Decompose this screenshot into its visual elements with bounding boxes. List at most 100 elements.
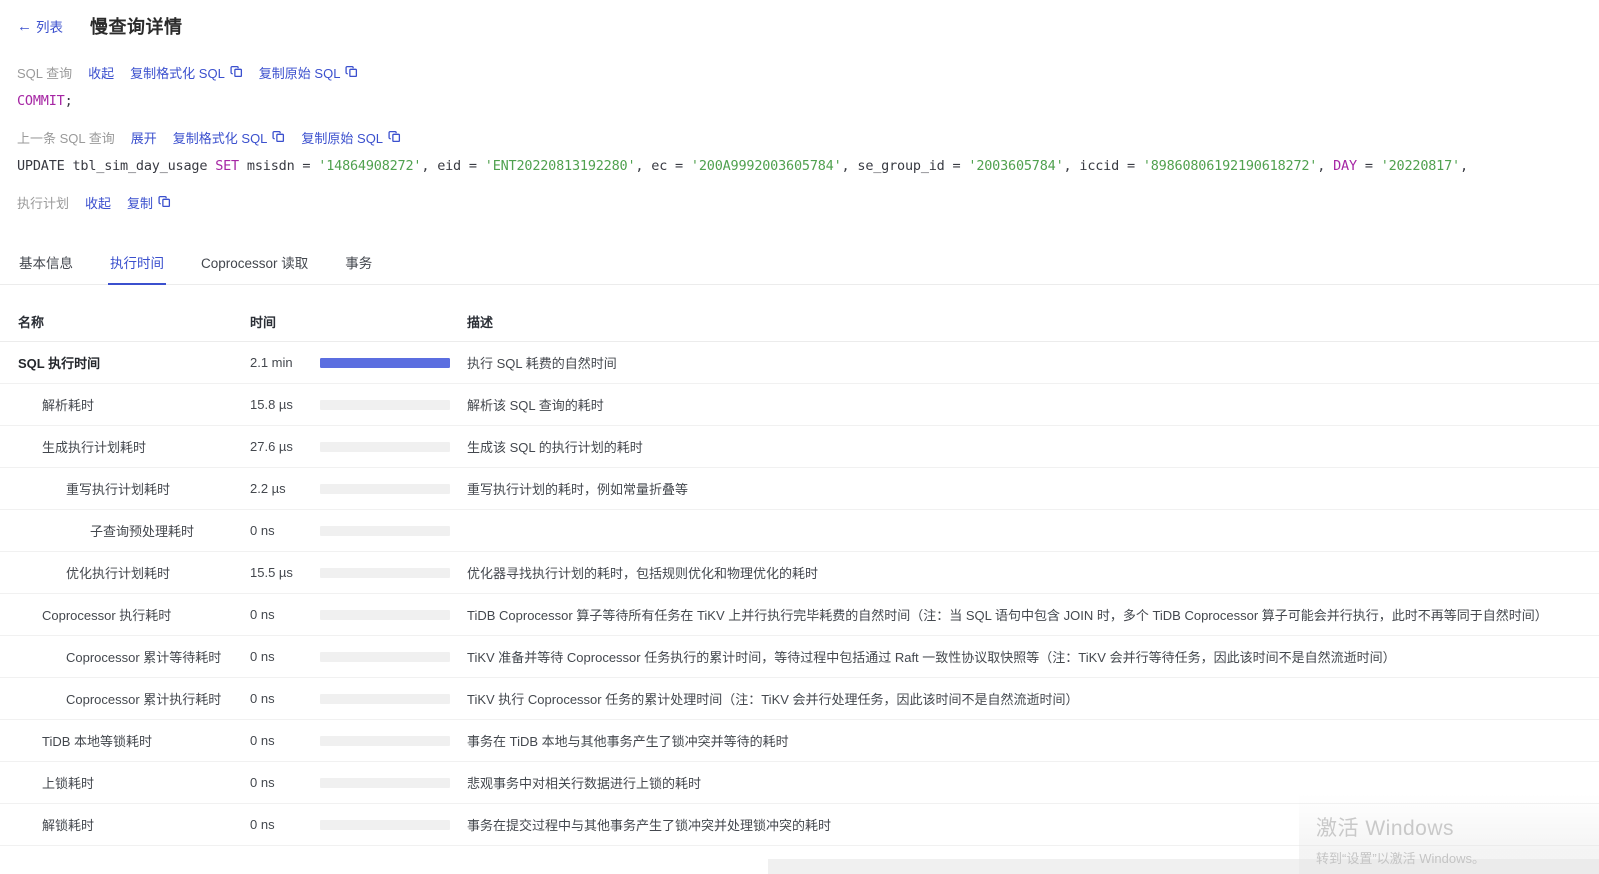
col-header-name: 名称 xyxy=(18,314,45,330)
topbar: ← 列表 慢查询详情 xyxy=(0,0,1599,39)
previous-sql-code: UPDATE tbl_sim_day_usage SET msisdn = '1… xyxy=(17,158,1468,174)
sql-collapse-link[interactable]: 收起 xyxy=(88,63,114,82)
plan-collapse-link[interactable]: 收起 xyxy=(85,193,111,212)
prev-copy-formatted-sql-label: 复制格式化 SQL xyxy=(172,131,268,146)
bar-track xyxy=(320,441,450,452)
metric-desc: 优化器寻找执行计划的耗时，包括规则优化和物理优化的耗时 xyxy=(467,566,819,581)
copy-raw-sql-button[interactable]: 复制原始 SQL xyxy=(259,63,359,82)
metric-name: 解析耗时 xyxy=(42,398,95,413)
table-row: Coprocessor 累计等待耗时 0 ns TiKV 准备并等待 Coproce… xyxy=(0,636,1599,678)
current-sql-code: COMMIT; xyxy=(17,93,73,109)
bar-track xyxy=(320,651,450,662)
metric-time: 0 ns xyxy=(250,523,275,538)
col-header-time: 时间 xyxy=(250,314,277,330)
plan-label: 执行计划 xyxy=(17,196,70,211)
table-row: 生成执行计划耗时 27.6 µs 生成该 SQL 的执行计划的耗时 xyxy=(0,426,1599,468)
metric-bar xyxy=(320,693,467,704)
bar-track xyxy=(320,483,450,494)
metric-bar xyxy=(320,357,467,368)
copy-icon xyxy=(230,65,243,81)
metric-desc: 生成该 SQL 的执行计划的耗时 xyxy=(467,440,643,455)
metric-bar xyxy=(320,651,467,662)
table-row: Coprocessor 执行耗时 0 ns TiDB Coprocessor 算子等… xyxy=(0,594,1599,636)
table-header: 名称 时间 描述 xyxy=(0,301,1599,342)
tab-Coprocessor 读取[interactable]: Coprocessor 读取 xyxy=(199,246,310,283)
detail-tabs: 基本信息 执行时间 Coprocessor 读取 事务 xyxy=(0,245,1599,285)
plan-copy-button[interactable]: 复制 xyxy=(127,193,171,212)
copy-raw-sql-label: 复制原始 SQL xyxy=(258,66,341,81)
table-row: 子查询预处理耗时 0 ns xyxy=(0,510,1599,552)
metric-bar xyxy=(320,399,467,410)
metric-desc: 执行 SQL 耗费的自然时间 xyxy=(467,356,617,371)
metric-time: 2.1 min xyxy=(250,355,293,370)
metric-name: Coprocessor 执行耗时 xyxy=(42,608,172,623)
prev-copy-formatted-sql-button[interactable]: 复制格式化 SQL xyxy=(173,128,286,147)
tab-基本信息[interactable]: 基本信息 xyxy=(17,246,75,283)
metric-name: Coprocessor 累计等待耗时 xyxy=(66,650,222,665)
table-row: TiDB 本地等锁耗时 0 ns 事务在 TiDB 本地与其他事务产生了锁冲突并等待… xyxy=(0,720,1599,762)
bar-track xyxy=(320,357,450,368)
metric-time: 15.8 µs xyxy=(250,397,293,412)
watermark-line2: 转到“设置”以激活 Windows。 xyxy=(1316,851,1486,866)
page-title: 慢查询详情 xyxy=(90,17,183,37)
table-row: SQL 执行时间 2.1 min 执行 SQL 耗费的自然时间 xyxy=(0,342,1599,384)
metric-time: 0 ns xyxy=(250,607,275,622)
plan-copy-label: 复制 xyxy=(127,196,154,211)
metric-desc: TiDB Coprocessor 算子等待所有任务在 TiKV 上并行执行完毕耗… xyxy=(467,608,1548,623)
metric-name: 解锁耗时 xyxy=(42,818,95,833)
table-row: 上锁耗时 0 ns 悲观事务中对相关行数据进行上锁的耗时 xyxy=(0,762,1599,804)
metric-name: 优化执行计划耗时 xyxy=(66,566,171,581)
prev-sql-expand-link[interactable]: 展开 xyxy=(131,128,157,147)
metric-name: 子查询预处理耗时 xyxy=(90,524,195,539)
bar-track xyxy=(320,567,450,578)
bar-track xyxy=(320,819,450,830)
metric-bar xyxy=(320,441,467,452)
col-header-desc: 描述 xyxy=(467,314,494,330)
metric-time: 0 ns xyxy=(250,733,275,748)
copy-formatted-sql-button[interactable]: 复制格式化 SQL xyxy=(130,63,243,82)
prev-sql-section-header: 上一条 SQL 查询 展开 复制格式化 SQL 复制原始 SQL xyxy=(0,128,1599,147)
prev-sql-label: 上一条 SQL 查询 xyxy=(17,131,115,146)
slow-query-detail-page: ← 列表 慢查询详情 SQL 查询 收起 复制格式化 SQL 复制原始 SQL … xyxy=(0,0,1599,874)
table-row: 优化执行计划耗时 15.5 µs 优化器寻找执行计划的耗时，包括规则优化和物理优化的… xyxy=(0,552,1599,594)
metric-desc: 重写执行计划的耗时，例如常量折叠等 xyxy=(467,482,689,497)
metric-name: 生成执行计划耗时 xyxy=(42,440,147,455)
bar-track xyxy=(320,777,450,788)
bar-track xyxy=(320,735,450,746)
table-body: SQL 执行时间 2.1 min 执行 SQL 耗费的自然时间 解析耗时 15.8 µs… xyxy=(0,342,1599,846)
watermark-line1: 激活 Windows xyxy=(1316,817,1455,840)
metric-desc: TiKV 执行 Coprocessor 任务的累计处理时间（注：TiKV 会并行… xyxy=(467,692,1079,707)
back-to-list-link[interactable]: ← 列表 xyxy=(17,16,63,36)
metric-time: 0 ns xyxy=(250,649,275,664)
sql-query-section-header: SQL 查询 收起 复制格式化 SQL 复制原始 SQL xyxy=(0,63,1599,82)
metric-bar xyxy=(320,609,467,620)
copy-formatted-sql-label: 复制格式化 SQL xyxy=(130,66,225,81)
bar-track xyxy=(320,693,450,704)
metric-name: 上锁耗时 xyxy=(42,776,95,791)
windows-activation-watermark: 激活 Windows 转到“设置”以激活 Windows。 xyxy=(1316,812,1485,867)
metric-name: TiDB 本地等锁耗时 xyxy=(42,734,153,749)
table-row: Coprocessor 累计执行耗时 0 ns TiKV 执行 Coprocesso… xyxy=(0,678,1599,720)
bar-track xyxy=(320,399,450,410)
tab-事务[interactable]: 事务 xyxy=(343,246,374,283)
bar-track xyxy=(320,609,450,620)
bar-track xyxy=(320,525,450,536)
metric-name: Coprocessor 累计执行耗时 xyxy=(66,692,222,707)
metric-desc: 悲观事务中对相关行数据进行上锁的耗时 xyxy=(467,776,702,791)
metric-bar xyxy=(320,777,467,788)
metric-bar xyxy=(320,525,467,536)
copy-icon xyxy=(272,130,285,146)
plan-section-header: 执行计划 收起 复制 xyxy=(0,193,1599,212)
copy-icon xyxy=(345,65,358,81)
metric-bar xyxy=(320,567,467,578)
copy-icon xyxy=(158,195,171,211)
tab-执行时间[interactable]: 执行时间 xyxy=(108,246,166,285)
table-row: 解析耗时 15.8 µs 解析该 SQL 查询的耗时 xyxy=(0,384,1599,426)
back-arrow-icon: ← xyxy=(17,17,32,35)
metric-desc: 解析该 SQL 查询的耗时 xyxy=(467,398,604,413)
metric-time: 0 ns xyxy=(250,775,275,790)
prev-copy-raw-sql-button[interactable]: 复制原始 SQL xyxy=(301,128,401,147)
execution-time-table: 名称 时间 描述 SQL 执行时间 2.1 min 执行 SQL 耗费的自然时间 解析… xyxy=(0,301,1599,846)
table-row: 重写执行计划耗时 2.2 µs 重写执行计划的耗时，例如常量折叠等 xyxy=(0,468,1599,510)
metric-bar xyxy=(320,735,467,746)
